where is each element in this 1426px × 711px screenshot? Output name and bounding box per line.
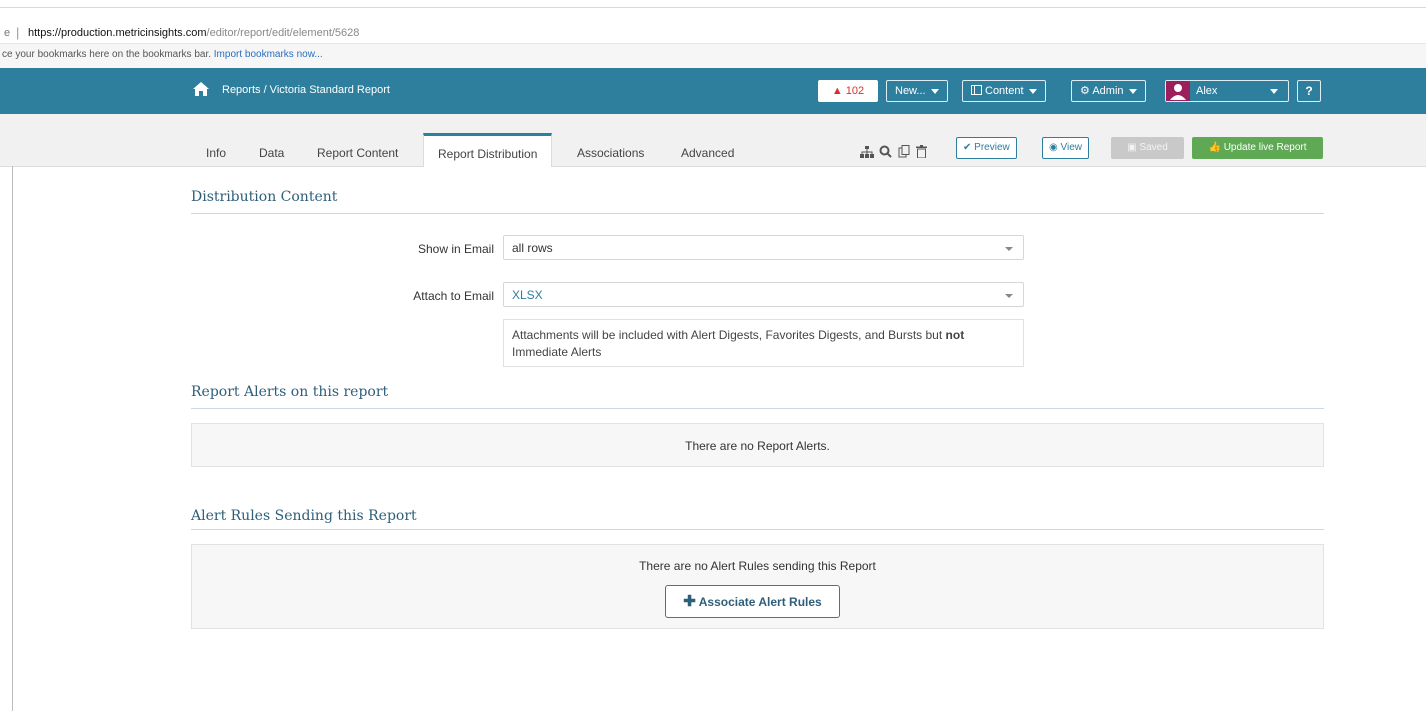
preview-button[interactable]: ✔ Preview (956, 137, 1017, 159)
update-live-report-button[interactable]: 👍 Update live Report (1192, 137, 1323, 159)
save-icon: ▣ (1127, 142, 1137, 153)
show-in-email-label: Show in Email (417, 242, 494, 256)
preview-label: Preview (974, 142, 1010, 153)
chevron-down-icon (1005, 247, 1013, 251)
gear-icon: ⚙ (1080, 85, 1090, 97)
view-button[interactable]: ◉ View (1042, 137, 1090, 159)
content-label: Content (985, 85, 1024, 97)
content-left-edge (12, 166, 13, 711)
tab-info[interactable]: Info (206, 146, 226, 160)
home-icon[interactable] (192, 81, 210, 97)
address-lead-text: e (4, 27, 11, 39)
distribution-content-heading: Distribution Content (191, 189, 338, 205)
bookmarks-message: ce your bookmarks here on the bookmarks … (2, 49, 323, 60)
saved-button[interactable]: ▣ Saved (1111, 137, 1184, 159)
chevron-down-icon (1005, 294, 1013, 298)
user-icon (1170, 84, 1186, 100)
thumbs-up-icon: 👍 (1208, 142, 1221, 153)
alerts-button[interactable]: ▲ 102 (818, 80, 878, 102)
divider (191, 213, 1324, 214)
hierarchy-icon[interactable] (860, 146, 874, 158)
help-button[interactable]: ? (1297, 80, 1321, 102)
chevron-down-icon (930, 88, 939, 94)
saved-label: Saved (1139, 142, 1168, 153)
bookmarks-text: ce your bookmarks here on the bookmarks … (2, 49, 211, 60)
address-url[interactable]: https://production.metricinsights.com/ed… (28, 27, 359, 39)
bookmarks-bar: ce your bookmarks here on the bookmarks … (0, 44, 1426, 69)
hint-tail: Immediate Alerts (512, 345, 602, 359)
window-top-edge (0, 0, 1426, 8)
content-menu-button[interactable]: Content (962, 80, 1046, 102)
tab-report-content[interactable]: Report Content (317, 146, 398, 160)
chevron-down-icon (1128, 88, 1137, 94)
admin-menu-button[interactable]: ⚙ Admin (1071, 80, 1146, 102)
tab-strip: Info Data Report Content Report Distribu… (0, 114, 1426, 167)
attach-to-email-select[interactable]: XLSX (503, 282, 1024, 307)
attach-to-email-value: XLSX (512, 288, 543, 302)
user-menu-button[interactable]: Alex (1165, 80, 1289, 102)
content-icon (971, 85, 982, 95)
associate-alert-rules-button[interactable]: ✚ Associate Alert Rules (665, 585, 840, 618)
address-bar[interactable]: e | https://production.metricinsights.co… (0, 25, 1426, 44)
search-icon[interactable] (879, 145, 892, 158)
tab-data[interactable]: Data (259, 146, 284, 160)
alert-rules-heading: Alert Rules Sending this Report (191, 508, 417, 524)
show-in-email-value: all rows (512, 241, 553, 255)
avatar (1166, 81, 1190, 101)
associate-label: Associate Alert Rules (698, 595, 822, 609)
chevron-down-icon (1028, 88, 1037, 94)
tab-report-distribution[interactable]: Report Distribution (423, 133, 553, 167)
update-label: Update live Report (1223, 142, 1307, 153)
hint-bold: not (945, 328, 965, 342)
show-in-email-select[interactable]: all rows (503, 235, 1024, 260)
hint-text: Attachments will be included with Alert … (512, 328, 946, 342)
no-alert-rules-message: There are no Alert Rules sending this Re… (639, 559, 876, 573)
url-host: https://production.metricinsights.com (28, 27, 207, 39)
check-icon: ✔ (963, 142, 972, 153)
new-button[interactable]: New... (886, 80, 948, 102)
tab-advanced[interactable]: Advanced (681, 146, 734, 160)
no-report-alerts-message: There are no Report Alerts. (685, 439, 830, 453)
report-alerts-heading: Report Alerts on this report (191, 384, 389, 400)
admin-label: Admin (1092, 85, 1124, 97)
divider (191, 529, 1324, 530)
trash-icon[interactable] (916, 145, 927, 158)
plus-icon: ✚ (683, 593, 696, 610)
user-name: Alex (1196, 85, 1218, 97)
app-header: Reports / Victoria Standard Report ▲ 102… (0, 68, 1426, 114)
url-path: /editor/report/edit/element/5628 (206, 27, 360, 39)
attach-to-email-label: Attach to Email (413, 289, 494, 303)
attachment-hint: Attachments will be included with Alert … (503, 319, 1024, 367)
view-label: View (1060, 142, 1083, 153)
eye-icon: ◉ (1049, 142, 1058, 153)
import-bookmarks-link[interactable]: Import bookmarks now... (214, 49, 323, 60)
new-label: New... (895, 85, 926, 97)
divider (191, 408, 1324, 409)
breadcrumb[interactable]: Reports / Victoria Standard Report (222, 84, 390, 96)
address-separator: | (16, 25, 20, 40)
warning-icon: ▲ (831, 85, 843, 97)
report-alerts-panel: There are no Report Alerts. (191, 423, 1324, 467)
alert-count: 102 (845, 85, 865, 97)
chevron-down-icon (1270, 89, 1278, 94)
tab-associations[interactable]: Associations (577, 146, 644, 160)
copy-icon[interactable] (898, 145, 910, 158)
